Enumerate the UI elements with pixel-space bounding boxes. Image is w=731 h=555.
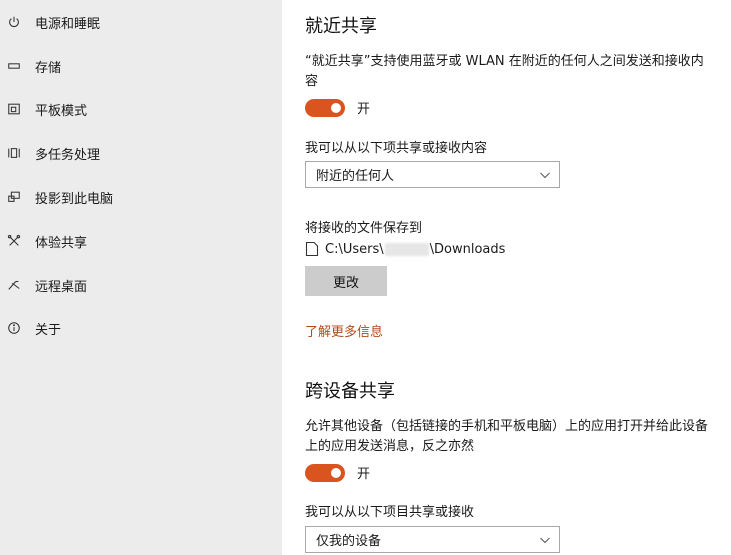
cross-device-share-label: 我可以从以下项目共享或接收 [305,505,475,520]
nearby-sharing-description: “就近共享”支持使用蓝牙或 WLAN 在附近的任何人之间发送和接收内容 [305,54,704,89]
sidebar-item-label: 关于 [35,322,62,338]
shared-experiences-icon [6,233,22,249]
project-icon [6,189,22,205]
save-location-label: 将接收的文件保存到 [305,221,423,236]
multitasking-icon [6,145,22,161]
sidebar-item-power-sleep[interactable]: 电源和睡眠 [0,2,282,42]
remote-desktop-icon [6,277,22,293]
sidebar-item-label: 投影到此电脑 [35,191,114,207]
chevron-down-icon [540,537,550,544]
nearby-share-dropdown[interactable]: 附近的任何人 [305,161,560,188]
file-icon [305,241,319,257]
power-icon [6,14,22,30]
change-location-button[interactable]: 更改 [305,266,387,296]
sidebar-item-tablet-mode[interactable]: 平板模式 [0,89,282,129]
cross-device-sharing-description: 允许其他设备（包括链接的手机和平板电脑）上的应用打开并给此设备上的应用发送消息，… [305,419,709,454]
sidebar-item-project[interactable]: 投影到此电脑 [0,177,282,217]
settings-window: 电源和睡眠 存储 平板模式 多任务处理 投影到此电脑 体验共享 远程桌面 关于 … [0,0,731,555]
toggle-knob [331,102,341,113]
tablet-mode-icon [6,101,22,117]
nearby-share-dropdown-value: 附近的任何人 [316,169,395,184]
sidebar-item-shared-experiences[interactable]: 体验共享 [0,221,282,261]
nearby-sharing-toggle[interactable] [305,98,345,117]
nearby-sharing-toggle-row: 开 [305,98,370,117]
sidebar-item-about[interactable]: 关于 [0,308,282,348]
nearby-share-label: 我可以从以下项共享或接收内容 [305,141,488,156]
sidebar-item-multitasking[interactable]: 多任务处理 [0,133,282,173]
cross-device-toggle-row: 开 [305,463,370,482]
sidebar-item-label: 体验共享 [35,235,88,251]
sidebar-item-label: 电源和睡眠 [35,16,101,32]
path-prefix: C:\Users\ [325,241,384,257]
sidebar-item-label: 存储 [35,60,62,76]
path-suffix: \Downloads [429,241,506,257]
cross-device-share-dropdown[interactable]: 仅我的设备 [305,526,560,553]
nearby-sharing-title: 就近共享 [305,16,377,37]
nearby-sharing-toggle-label: 开 [357,102,371,117]
save-location-path: C:\Users\ \Downloads [305,241,505,257]
cross-device-share-dropdown-value: 仅我的设备 [316,534,382,549]
learn-more-link[interactable]: 了解更多信息 [305,321,383,340]
storage-icon [6,58,22,74]
sidebar-item-label: 平板模式 [35,103,88,119]
main-panel: 就近共享 “就近共享”支持使用蓝牙或 WLAN 在附近的任何人之间发送和接收内容… [305,0,725,555]
cross-device-sharing-title: 跨设备共享 [305,381,395,402]
sidebar-item-storage[interactable]: 存储 [0,46,282,86]
chevron-down-icon [540,172,550,179]
sidebar: 电源和睡眠 存储 平板模式 多任务处理 投影到此电脑 体验共享 远程桌面 关于 [0,0,282,555]
sidebar-item-label: 远程桌面 [35,279,88,295]
info-icon [6,320,22,336]
cross-device-toggle-label: 开 [357,467,371,482]
toggle-knob [331,467,341,478]
redacted-username [384,242,429,256]
sidebar-item-label: 多任务处理 [35,147,101,163]
sidebar-item-remote-desktop[interactable]: 远程桌面 [0,265,282,305]
cross-device-toggle[interactable] [305,463,345,482]
